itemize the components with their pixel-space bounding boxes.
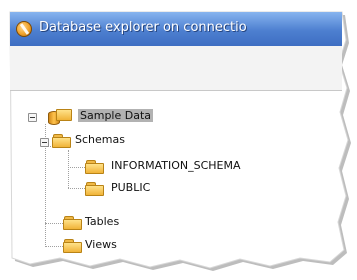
tree-line — [68, 188, 85, 189]
folder-icon — [63, 216, 82, 230]
folder-icon — [52, 134, 71, 148]
folder-icon — [85, 182, 104, 196]
tree-item-label: Schemas — [75, 133, 125, 146]
tree-item-label: Sample Data — [78, 109, 154, 122]
tree-item-views[interactable]: Views — [63, 237, 163, 255]
folder-icon — [63, 239, 82, 253]
collapse-toggle-icon[interactable] — [40, 138, 49, 147]
tree-line — [45, 246, 63, 247]
tree-item-schemas[interactable]: Schemas — [40, 132, 180, 150]
tree-item-label: Views — [85, 238, 117, 251]
tree-line — [45, 223, 63, 224]
tree-line — [68, 167, 85, 168]
tree-item-label: Tables — [85, 215, 120, 228]
tree-line — [68, 150, 69, 188]
database-icon — [48, 107, 72, 125]
tree-item-label: INFORMATION_SCHEMA — [111, 159, 241, 172]
tree-item-tables[interactable]: Tables — [63, 214, 163, 232]
tree-item-label: PUBLIC — [111, 181, 151, 194]
tree-item-sample-data[interactable]: Sample Data — [28, 108, 188, 126]
tree-view[interactable]: Sample Data Schemas INFORMATION_SCHEMA P… — [0, 0, 357, 280]
tree-item-information-schema[interactable]: INFORMATION_SCHEMA — [85, 158, 305, 176]
collapse-toggle-icon[interactable] — [28, 113, 37, 122]
tree-item-public[interactable]: PUBLIC — [85, 180, 185, 198]
folder-icon — [85, 160, 104, 174]
